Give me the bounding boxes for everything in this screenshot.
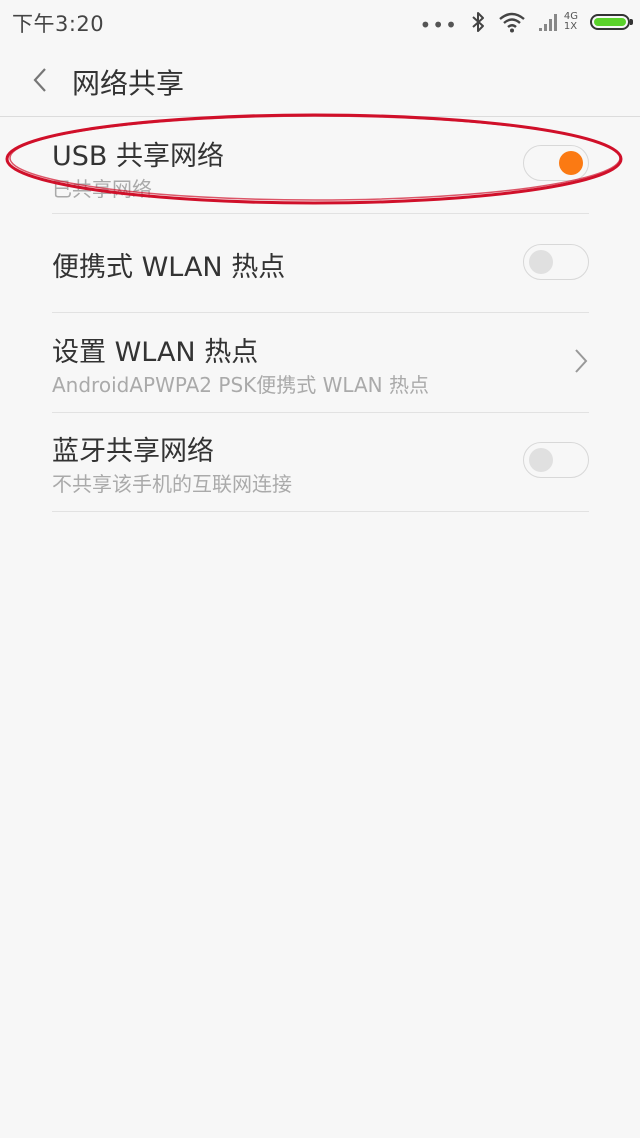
setting-title: 设置 WLAN 热点 [52,337,259,368]
wifi-icon [499,12,525,33]
setting-usb-tethering[interactable]: USB 共享网络 已共享网络 [52,116,589,214]
setting-portable-hotspot[interactable]: 便携式 WLAN 热点 [52,214,589,313]
battery-level [594,18,626,26]
notification-dots-icon: ••• [419,13,458,37]
back-button[interactable] [22,60,58,100]
setting-subtitle: AndroidAPWPA2 PSK便携式 WLAN 热点 [52,373,429,397]
toggle-knob [529,250,553,274]
bluetooth-tethering-toggle[interactable] [523,442,589,478]
setting-title: 便携式 WLAN 热点 [52,252,286,283]
setting-configure-hotspot[interactable]: 设置 WLAN 热点 AndroidAPWPA2 PSK便携式 WLAN 热点 [52,313,589,413]
settings-list: USB 共享网络 已共享网络 便携式 WLAN 热点 设置 WLAN 热点 An… [0,116,640,512]
status-time: 下午3:20 [12,12,105,36]
portable-hotspot-toggle[interactable] [523,244,589,280]
setting-subtitle: 不共享该手机的互联网连接 [52,472,292,496]
page-title: 网络共享 [72,67,185,100]
setting-bluetooth-tethering[interactable]: 蓝牙共享网络 不共享该手机的互联网连接 [52,413,589,512]
chevron-right-icon [575,349,588,373]
toggle-knob [559,151,583,175]
chevron-left-icon [33,68,46,92]
setting-title: USB 共享网络 [52,141,225,172]
bluetooth-icon [472,12,484,32]
signal-icon [538,14,557,31]
toggle-knob [529,448,553,472]
title-bar: 网络共享 [0,44,640,117]
usb-tethering-toggle[interactable] [523,145,589,181]
setting-subtitle: 已共享网络 [52,177,152,201]
battery-icon [590,14,633,30]
setting-title: 蓝牙共享网络 [52,436,214,467]
status-bar: 下午3:20 ••• 4G 1X [0,0,640,44]
network-type-bottom: 1X [563,21,578,32]
network-type-label: 4G 1X [564,12,578,32]
status-icons: ••• 4G 1X [419,8,633,37]
